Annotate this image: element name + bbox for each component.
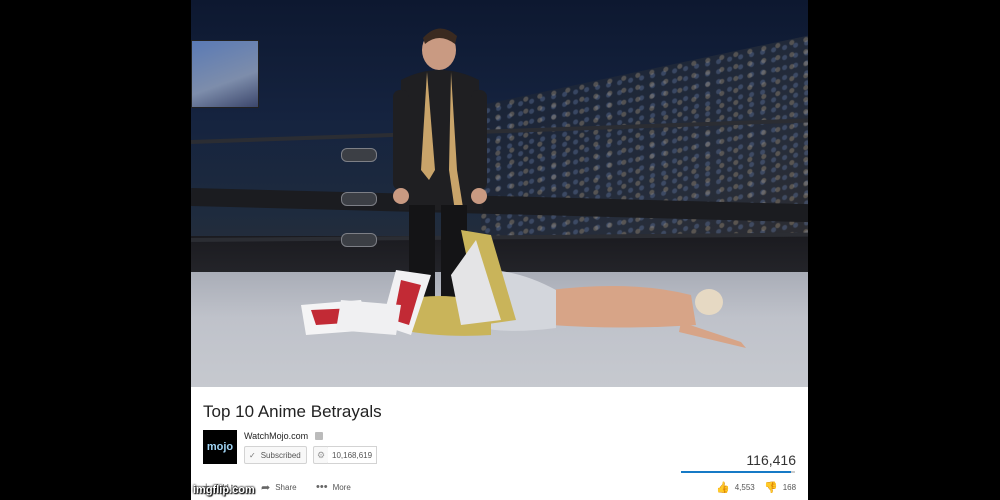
verified-icon [315,432,323,440]
share-icon: ➦ [261,482,271,494]
video-info-panel: Top 10 Anime Betrayals mojo WatchMojo.co… [191,387,808,500]
imgflip-watermark: imgflip.com [193,484,255,496]
check-icon: ✓ [249,450,256,460]
action-bar: + Add to ➦ Share ••• More 👍 4,553 👎 168 [191,481,808,499]
letterbox-left [0,0,191,500]
dislike-count: 168 [782,483,797,492]
channel-name[interactable]: WatchMojo.com [244,431,308,441]
dislike-button[interactable]: 👎 168 [764,481,796,494]
lying-wrestler [301,230,746,348]
more-label: More [332,482,351,492]
like-button[interactable]: 👍 4,553 [716,481,755,494]
like-count: 4,553 [734,483,755,492]
more-button[interactable]: ••• More [316,481,351,493]
like-ratio-bar [681,471,795,473]
letterbox-right [808,0,1000,500]
subscribe-button[interactable]: ✓ Subscribed [244,446,307,464]
subscribe-label: Subscribed [260,450,301,460]
channel-avatar[interactable]: mojo [203,430,237,464]
view-count: 116,416 [746,452,796,468]
subscriber-count: 10,168,619 [328,446,378,464]
video-title: Top 10 Anime Betrayals [203,402,382,421]
thumbs-down-icon: 👎 [764,482,778,494]
thumbs-up-icon: 👍 [716,482,730,494]
video-player[interactable] [191,0,808,387]
like-ratio-fill [681,471,791,473]
gear-icon[interactable]: ⚙ [313,446,329,464]
turnbuckle [341,192,377,206]
share-button[interactable]: ➦ Share [261,481,297,494]
arena-screen [191,40,259,108]
share-label: Share [275,483,297,492]
more-icon: ••• [316,481,328,493]
turnbuckle [341,148,377,162]
